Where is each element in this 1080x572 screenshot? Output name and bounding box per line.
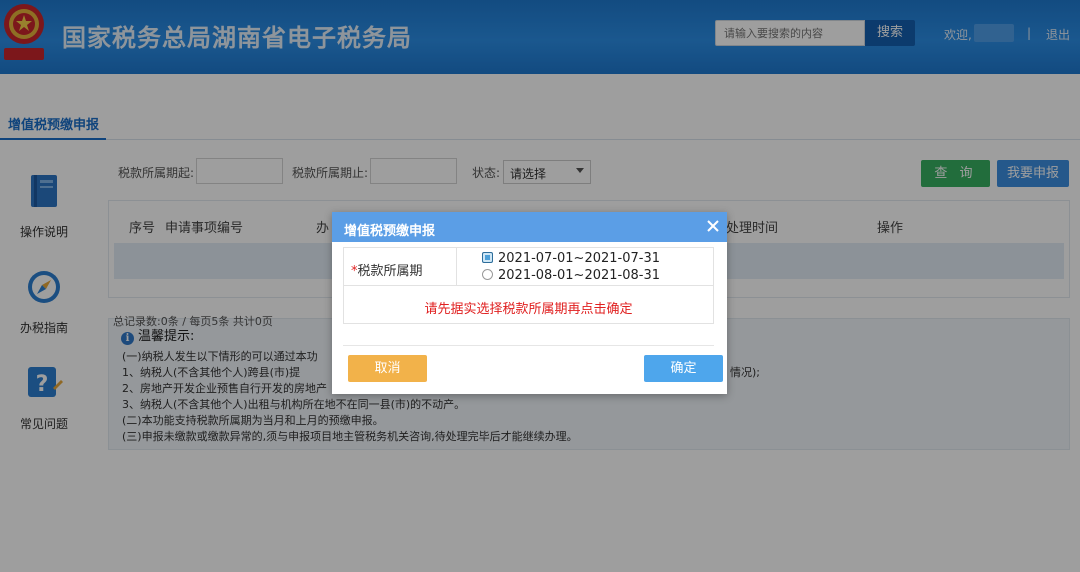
cancel-button[interactable]: 取消 bbox=[348, 355, 427, 382]
period-field-label: *税款所属期 bbox=[351, 260, 423, 279]
dialog-divider bbox=[343, 345, 714, 346]
confirm-button[interactable]: 确定 bbox=[644, 355, 723, 382]
form-divider bbox=[456, 248, 457, 285]
period-option-july[interactable]: 2021-07-01~2021-07-31 bbox=[482, 251, 660, 266]
period-option-label: 2021-07-01~2021-07-31 bbox=[498, 251, 660, 266]
dialog-header: 增值税预缴申报 bbox=[332, 212, 727, 242]
dialog-form: *税款所属期 2021-07-01~2021-07-31 2021-08-01~… bbox=[343, 247, 714, 324]
period-option-label: 2021-08-01~2021-08-31 bbox=[498, 268, 660, 283]
form-divider bbox=[344, 285, 713, 286]
period-select-dialog: 增值税预缴申报 *税款所属期 2021-07-01~2021-07-31 202… bbox=[332, 212, 727, 394]
warning-message: 请先据实选择税款所属期再点击确定 bbox=[424, 302, 633, 317]
unchecked-radio-icon[interactable] bbox=[482, 269, 493, 280]
checked-radio-icon[interactable] bbox=[482, 252, 493, 263]
dialog-title: 增值税预缴申报 bbox=[344, 224, 436, 239]
close-icon[interactable] bbox=[705, 218, 721, 234]
period-option-august[interactable]: 2021-08-01~2021-08-31 bbox=[482, 268, 660, 283]
period-field-text: 税款所属期 bbox=[357, 264, 423, 279]
